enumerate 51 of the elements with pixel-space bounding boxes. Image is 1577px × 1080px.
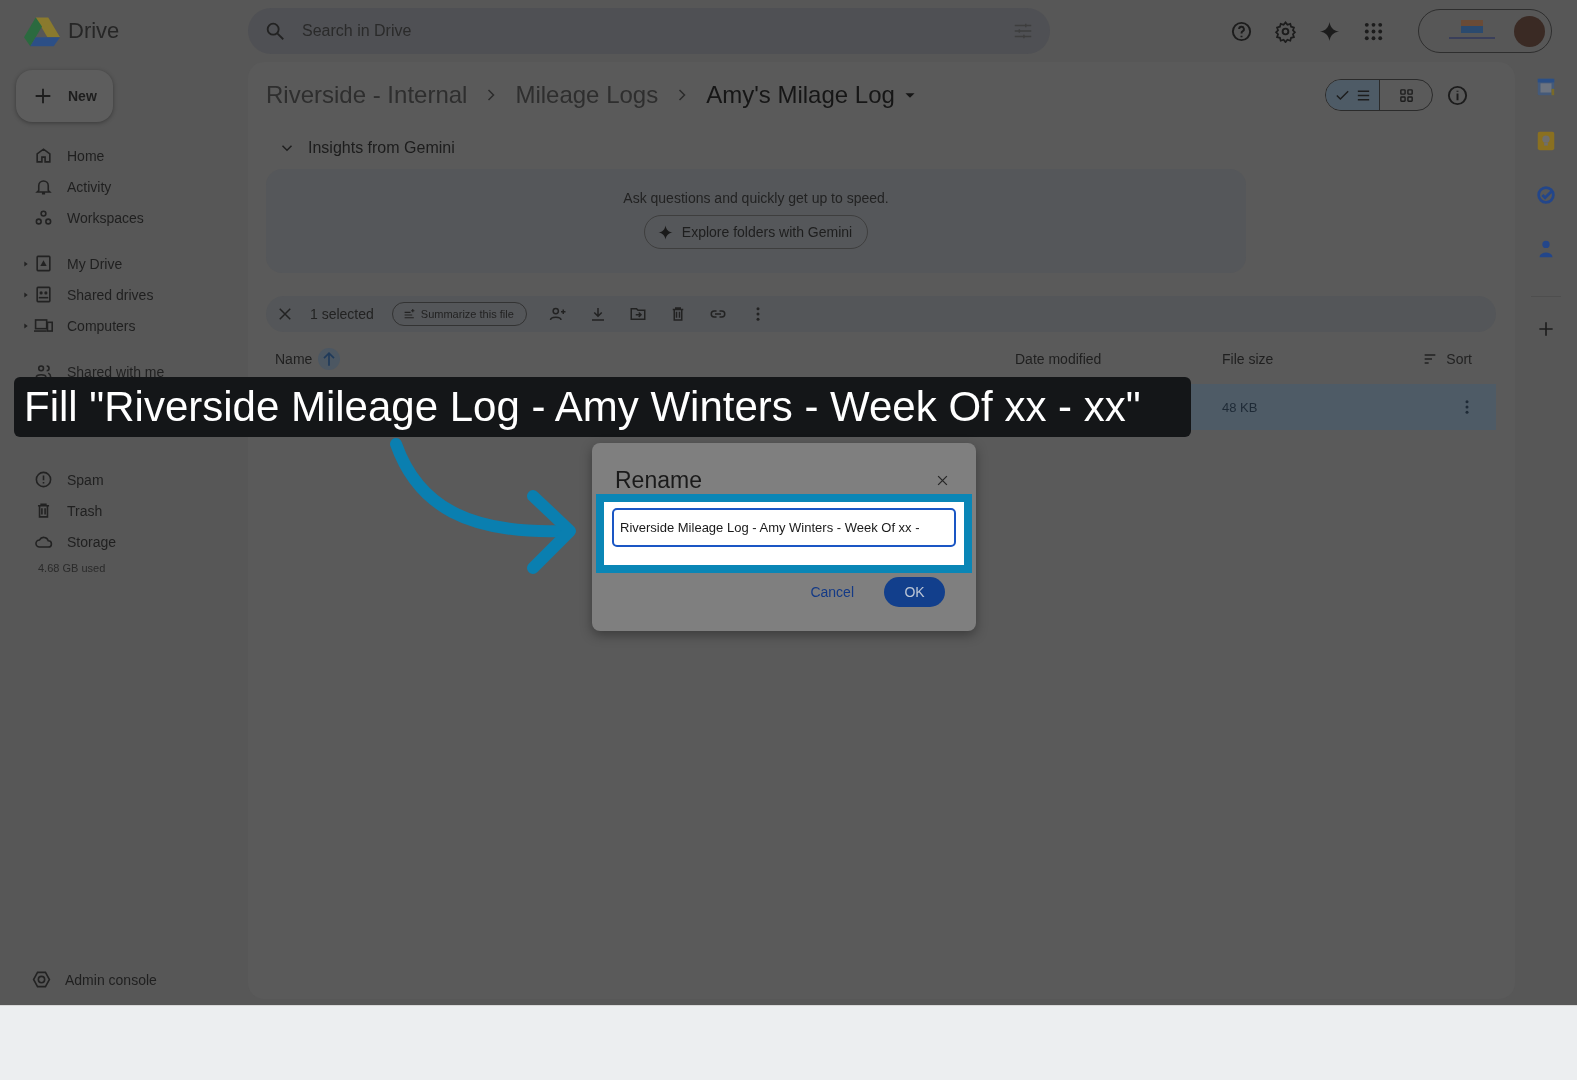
add-person-icon[interactable] — [548, 305, 567, 323]
sidebar-item[interactable]: Admin console — [65, 971, 157, 988]
search-icon[interactable] — [264, 20, 286, 42]
column-header[interactable]: Name — [275, 351, 313, 367]
shared-drives-icon — [34, 285, 53, 304]
sidebar-item[interactable]: Shared drives — [67, 286, 154, 303]
help-icon[interactable] — [1230, 19, 1253, 43]
cancel-button[interactable]: Cancel — [804, 577, 860, 607]
sidebar-item[interactable]: Storage — [67, 533, 117, 550]
breadcrumb[interactable]: Amy's Milage Log — [706, 81, 895, 109]
sort-button[interactable]: Sort — [1416, 350, 1478, 368]
info-icon[interactable] — [1446, 83, 1469, 107]
avatar[interactable] — [1514, 15, 1545, 47]
sidebar-item[interactable]: Home — [67, 147, 105, 164]
lightbulb-icon[interactable] — [1535, 130, 1557, 152]
computer-icon — [34, 316, 53, 335]
sparkle-icon — [656, 223, 674, 241]
bell-icon — [34, 177, 53, 196]
list-view-toggle[interactable] — [1326, 80, 1379, 110]
drive-logo-icon — [24, 15, 60, 47]
close-icon[interactable] — [935, 473, 950, 488]
close-icon[interactable] — [276, 305, 294, 323]
instruction-tooltip: Fill "Riverside Mileage Log - Amy Winters - Week Of xx - xx" — [14, 377, 1191, 437]
calendar-icon[interactable] — [1535, 76, 1557, 98]
summary-lines-icon — [402, 307, 416, 321]
settings-icon[interactable] — [1274, 19, 1297, 43]
task-check-icon[interactable] — [1535, 184, 1557, 206]
ok-button[interactable]: OK — [884, 577, 945, 607]
drive-icon — [34, 254, 53, 273]
home-icon — [34, 146, 53, 165]
sidebar-item[interactable]: Workspaces — [67, 209, 144, 226]
new-button[interactable]: New — [16, 70, 113, 122]
add-icon[interactable] — [1536, 319, 1556, 339]
move-to-folder-icon[interactable] — [628, 305, 647, 323]
warning-icon — [34, 470, 53, 489]
column-header[interactable]: Date modified — [1015, 351, 1102, 367]
hexagon-icon — [32, 970, 51, 989]
circles-icon — [34, 208, 53, 227]
insights-text: Ask questions and quickly get up to speed. — [623, 190, 889, 206]
column-header[interactable]: File size — [1222, 351, 1274, 367]
sidebar-item[interactable]: Shared with me — [67, 363, 165, 380]
sidebar-item[interactable]: Trash — [67, 502, 103, 519]
sidebar-item[interactable]: Activity — [67, 178, 112, 195]
sparkle-icon[interactable] — [1318, 19, 1341, 43]
sidebar-item[interactable]: Spam — [67, 471, 104, 488]
name-field[interactable]: Riverside Mileage Log - Amy Winters - Week Of xx - — [612, 508, 956, 547]
dialog-title: Rename — [615, 467, 702, 494]
grid-icon — [1397, 86, 1415, 104]
sidebar-item[interactable]: My Drive — [67, 255, 123, 272]
sidebar-item[interactable]: Computers — [67, 317, 136, 334]
section-title[interactable]: Insights from Gemini — [308, 139, 455, 157]
